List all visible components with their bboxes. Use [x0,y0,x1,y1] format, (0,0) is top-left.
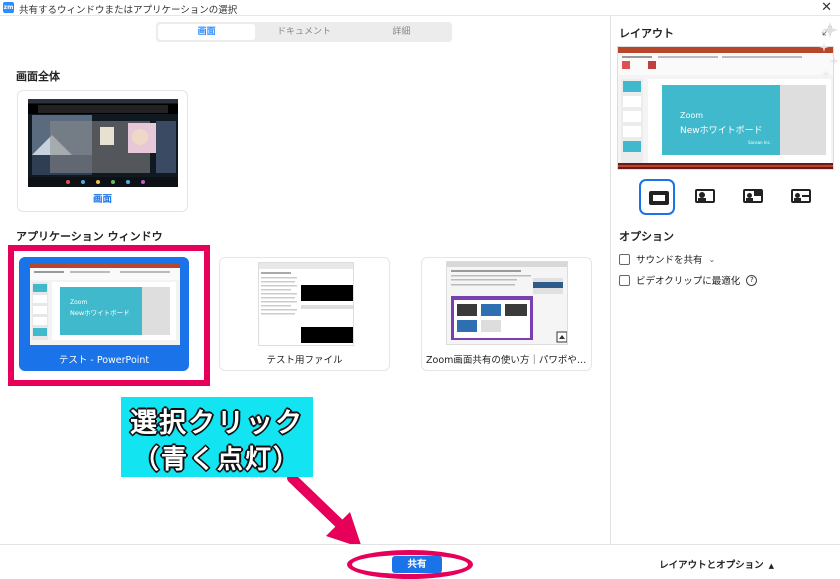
footer-bar: 共有 レイアウトとオプション ▲ [0,544,840,579]
layout-option-group [639,179,835,215]
test-file-preview-image [259,263,353,345]
optimize-video-checkbox[interactable] [619,274,630,286]
caret-up-icon: ▲ [768,562,774,570]
pointer-arrow [287,473,362,548]
zoom-article-preview-image [447,262,567,344]
layout-preview-image: Sansan Inc. [618,47,833,169]
layout-option-corner-video[interactable] [735,179,771,215]
annotation-label: 選択クリック （青く点灯） [121,397,313,477]
app-card-zoom-article-label: Zoom画面共有の使い方｜パワポやホワ... [426,355,591,366]
apps-section-title: アプリケーション ウィンドウ [16,230,163,243]
layout-option-screen-only[interactable] [639,179,675,215]
share-type-tabs: 画面 ドキュメント 詳細 [156,22,452,42]
layout-options-panel: レイアウト ⤢ Sansan Inc. Zoom Newホワイトボード [610,16,840,544]
layout-option-pip-video[interactable] [783,179,819,215]
svg-text:Sansan Inc.: Sansan Inc. [748,140,771,145]
tab-screen[interactable]: 画面 [158,24,256,40]
screen-thumbnail [28,99,178,187]
annotation-line1: 選択クリック [130,408,304,439]
layout-and-options-toggle[interactable]: レイアウトとオプション ▲ [659,557,774,571]
preview-slide-line2: Newホワイトボード [680,126,763,136]
chevron-down-icon[interactable]: ⌄ [709,255,716,264]
option-share-sound[interactable]: サウンドを共有 ⌄ [619,252,715,266]
pip-person-icon-body [794,198,801,201]
zoom-app-icon: zm [3,2,14,13]
video-tile-icon [754,191,761,196]
decorative-sparkles [819,22,839,78]
zoom-article-thumbnail [446,261,568,345]
layout-preview: Sansan Inc. Zoom Newホワイトボード [617,46,834,170]
screen-section-title: 画面全体 [16,70,60,83]
annotation-line2: （青く点灯） [132,445,301,475]
help-icon[interactable]: ? [746,274,758,286]
screen-card[interactable]: 画面 [17,90,188,212]
screen-only-icon-inner [653,195,665,201]
tab-documents[interactable]: ドキュメント [255,24,352,40]
share-sound-checkbox[interactable] [619,253,630,265]
optimize-video-label: ビデオクリップに最適化 [636,276,741,287]
tab-advanced[interactable]: 詳細 [353,24,450,40]
screen-card-label: 画面 [92,194,112,205]
option-optimize-video[interactable]: ビデオクリップに最適化 ? [619,273,758,287]
person-icon-left-body [746,198,753,201]
share-sound-label: サウンドを共有 [636,255,703,266]
app-card-test-file-label: テスト用ファイル [266,355,343,366]
preview-slide-line1: Zoom [680,111,704,120]
person-icon-body [698,198,706,201]
share-button[interactable]: 共有 [392,556,442,573]
app-card-test-file[interactable]: テスト用ファイル [219,257,390,371]
options-title: オプション [619,230,674,243]
title-bar: zm 共有するウィンドウまたはアプリケーションの選択 ✕ [0,0,840,16]
pip-line-icon [802,195,809,197]
window-title: 共有するウィンドウまたはアプリケーションの選択 [19,5,238,16]
layout-and-options-label: レイアウトとオプション [659,560,764,571]
app-card-zoom-article[interactable]: Zoom画面共有の使い方｜パワポやホワ... [421,257,592,371]
desktop-preview-image [28,99,178,187]
layout-title: レイアウト [619,27,674,40]
selection-highlight-box [8,245,210,386]
layout-option-side-video[interactable] [687,179,723,215]
close-icon[interactable]: ✕ [821,0,832,16]
test-file-thumbnail [258,262,354,346]
